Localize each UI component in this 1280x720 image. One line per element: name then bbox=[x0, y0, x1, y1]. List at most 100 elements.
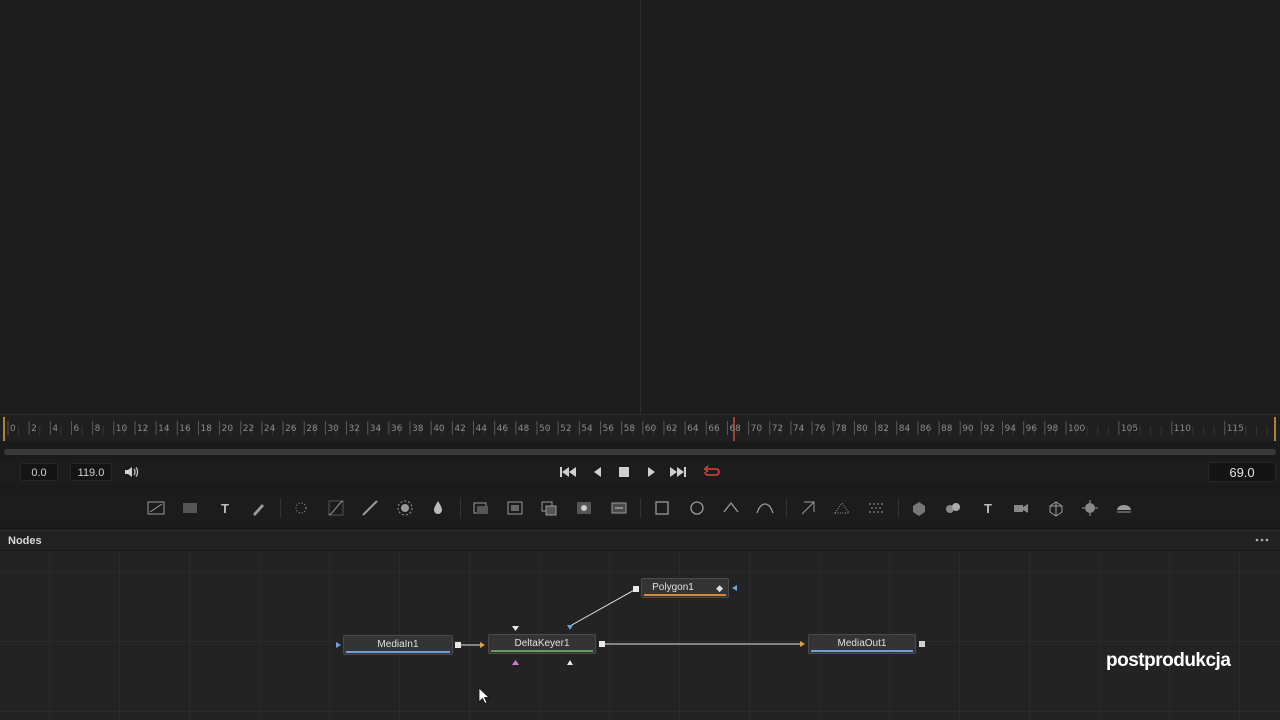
render-start-field[interactable]: 0.0 bbox=[20, 463, 58, 481]
output-port[interactable] bbox=[633, 586, 639, 592]
ruler-label: 110 bbox=[1173, 424, 1191, 434]
output-port[interactable] bbox=[919, 641, 925, 647]
ruler-label: 56 bbox=[602, 424, 614, 434]
output-port[interactable] bbox=[599, 641, 605, 647]
time-scrub-bar[interactable] bbox=[4, 449, 1276, 455]
ruler-label: 94 bbox=[1004, 424, 1016, 434]
render-end-field[interactable]: 119.0 bbox=[70, 463, 112, 481]
node-mediain1[interactable]: MediaIn1 bbox=[343, 635, 453, 655]
ruler-label: 32 bbox=[348, 424, 360, 434]
ruler-ticks bbox=[3, 417, 1276, 441]
ruler-label: 46 bbox=[496, 424, 509, 434]
ruler-label: 36 bbox=[390, 424, 403, 434]
bspline-mask-icon[interactable] bbox=[754, 498, 776, 518]
ruler-label: 86 bbox=[919, 424, 932, 434]
ruler-label: 6 bbox=[73, 424, 80, 434]
ruler-label: 34 bbox=[369, 424, 382, 434]
audio-icon[interactable] bbox=[121, 463, 141, 481]
toolbar-separator bbox=[280, 498, 281, 518]
particles-icon[interactable] bbox=[290, 498, 312, 518]
merge-3d-icon[interactable] bbox=[942, 498, 964, 518]
go-to-start-icon[interactable] bbox=[558, 463, 578, 481]
ruler-label: 24 bbox=[263, 424, 276, 434]
ultra-keyer-icon[interactable] bbox=[573, 498, 595, 518]
go-to-end-icon[interactable] bbox=[668, 463, 688, 481]
light-3d-icon[interactable] bbox=[1079, 498, 1101, 518]
ruler-label: 4 bbox=[52, 424, 59, 434]
ruler-label: 20 bbox=[221, 424, 234, 434]
channel-booleans-icon[interactable] bbox=[504, 498, 526, 518]
ruler-label: 72 bbox=[771, 424, 784, 434]
particle-emitter-icon[interactable] bbox=[865, 498, 887, 518]
panel-title: Nodes bbox=[8, 535, 42, 547]
merge-icon[interactable] bbox=[470, 498, 492, 518]
ruler-label: 100 bbox=[1068, 424, 1086, 434]
node-editor-canvas[interactable]: MediaIn1 DeltaKeyer1 Polygon1 ◆ MediaOut… bbox=[0, 551, 1280, 720]
ruler-label: 88 bbox=[941, 424, 953, 434]
toolbar-separator bbox=[898, 498, 899, 518]
ruler-label: 14 bbox=[158, 424, 170, 434]
viewer-area bbox=[0, 0, 1280, 414]
left-viewer[interactable] bbox=[0, 0, 640, 414]
output-port[interactable] bbox=[455, 642, 461, 648]
transform-icon[interactable] bbox=[608, 498, 630, 518]
ruler-label: 2 bbox=[31, 424, 37, 434]
ellipse-mask-icon[interactable] bbox=[686, 498, 708, 518]
node-mediaout1[interactable]: MediaOut1 bbox=[808, 634, 916, 654]
ruler-label: 60 bbox=[644, 424, 657, 434]
node-label: Polygon1 bbox=[652, 582, 694, 593]
matte-control-icon[interactable] bbox=[538, 498, 560, 518]
toolbar-separator bbox=[786, 498, 787, 518]
text-icon[interactable]: T bbox=[214, 498, 236, 518]
ruler-label: 115 bbox=[1226, 424, 1244, 434]
ruler-label: 68 bbox=[729, 424, 741, 434]
stop-icon[interactable] bbox=[614, 463, 634, 481]
ruler-label: 52 bbox=[560, 424, 572, 434]
wire-polygon-deltakeyer bbox=[569, 588, 637, 627]
ruler-label: 16 bbox=[179, 424, 191, 434]
camera-3d-icon[interactable] bbox=[1010, 498, 1032, 518]
node-deltakeyer1[interactable]: DeltaKeyer1 bbox=[488, 634, 596, 654]
brightness-contrast-icon[interactable] bbox=[394, 498, 416, 518]
ruler-label: 10 bbox=[115, 424, 128, 434]
ruler-label: 48 bbox=[517, 424, 530, 434]
ruler-label: 74 bbox=[792, 424, 805, 434]
nodes-panel-header: Nodes bbox=[0, 530, 1280, 550]
node-color-bar bbox=[644, 594, 726, 596]
time-ruler[interactable]: 0 2 4 6 8 10 12 14 16 18 20 22 24 26 28 30 32 34 36 38 40 42 4… bbox=[0, 414, 1280, 442]
fog-3d-icon[interactable] bbox=[1113, 498, 1135, 518]
ruler-label: 78 bbox=[835, 424, 847, 434]
watermark-logo: postprodukcja bbox=[1106, 650, 1231, 671]
blur-drop-icon[interactable] bbox=[427, 498, 449, 518]
node-polygon1[interactable]: Polygon1 ◆ bbox=[641, 578, 729, 598]
loop-icon[interactable] bbox=[702, 463, 722, 481]
toolbar-separator bbox=[640, 498, 641, 518]
planar-tracker-icon[interactable] bbox=[831, 498, 853, 518]
renderer-3d-icon[interactable] bbox=[1045, 498, 1067, 518]
ruler-label: 26 bbox=[285, 424, 297, 434]
ruler-label: 62 bbox=[665, 424, 678, 434]
play-icon[interactable] bbox=[641, 463, 661, 481]
ruler-label: 28 bbox=[306, 424, 318, 434]
ruler-label: 76 bbox=[814, 424, 826, 434]
background-icon[interactable] bbox=[145, 498, 167, 518]
node-label: MediaIn1 bbox=[377, 639, 419, 650]
shape-3d-icon[interactable] bbox=[908, 498, 930, 518]
transport-bar: 0.0 119.0 69.0 bbox=[0, 459, 1280, 485]
polygon-mask-icon[interactable] bbox=[720, 498, 742, 518]
rectangle-mask-icon[interactable] bbox=[651, 498, 673, 518]
step-back-icon[interactable] bbox=[588, 463, 608, 481]
current-time-field[interactable]: 69.0 bbox=[1208, 462, 1276, 482]
paint-brush-icon[interactable] bbox=[248, 498, 270, 518]
paint-image-icon[interactable] bbox=[179, 498, 201, 518]
text-3d-icon[interactable]: T bbox=[977, 498, 999, 518]
ruler-label: 54 bbox=[581, 424, 593, 434]
more-options-icon[interactable] bbox=[1252, 533, 1272, 547]
ruler-label: 8 bbox=[94, 424, 101, 434]
tracker-icon[interactable] bbox=[797, 498, 819, 518]
color-curves-icon[interactable] bbox=[325, 498, 347, 518]
color-corrector-icon[interactable] bbox=[359, 498, 381, 518]
right-viewer[interactable] bbox=[640, 0, 1280, 414]
ruler-label: 80 bbox=[856, 424, 868, 434]
ruler-label: 22 bbox=[242, 424, 255, 434]
